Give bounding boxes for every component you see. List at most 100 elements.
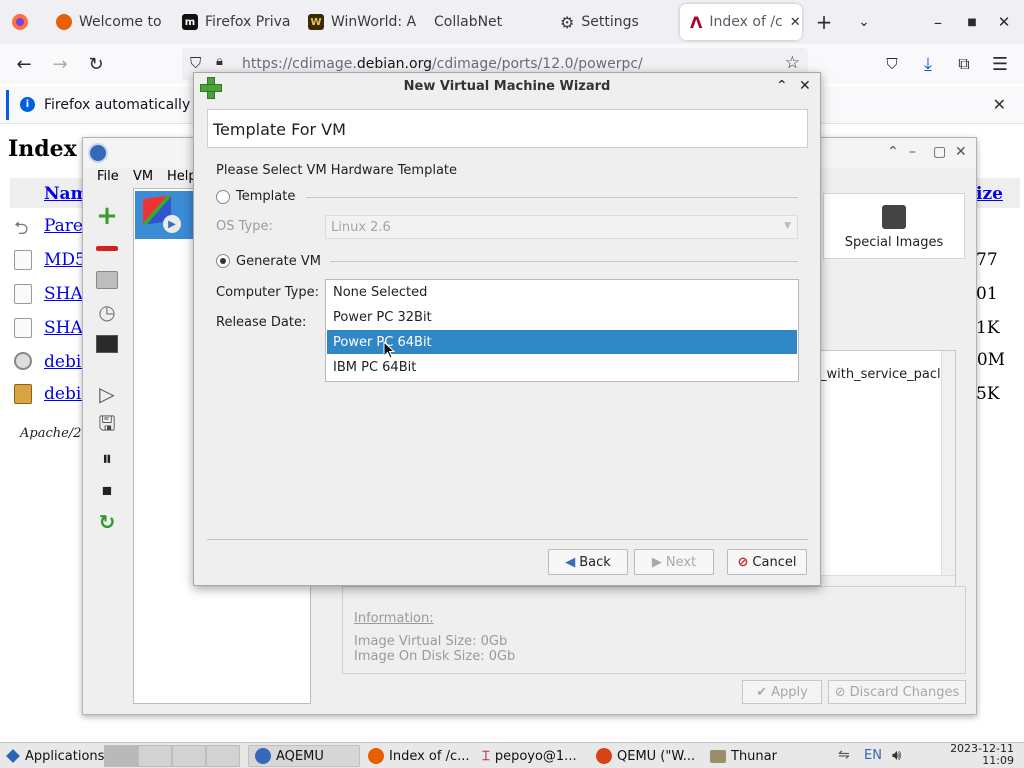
add-vm-icon[interactable]: + (91, 201, 123, 231)
generate-vm-radio[interactable] (216, 254, 230, 268)
reload-icon[interactable]: ↻ (84, 52, 108, 76)
clock[interactable]: 2023-12-11 11:09 (950, 743, 1014, 767)
discard-changes-button[interactable]: ⊘ Discard Changes (828, 680, 966, 704)
file-link[interactable]: Pare (44, 216, 83, 236)
list-all-tabs-icon[interactable]: ⌄ (852, 10, 876, 34)
keyboard-layout[interactable]: EN (864, 748, 882, 763)
new-vm-wizard-dialog: New Virtual Machine Wizard ⌃ ✕ Template … (193, 72, 821, 586)
apply-label: Apply (771, 684, 808, 700)
taskbar-item-terminal[interactable]: ⌶ pepoyo@1... (476, 745, 588, 767)
image-virtual-size: Image Virtual Size: 0Gb (354, 634, 508, 649)
tab-index-of[interactable]: Λ Index of /c ✕ (680, 4, 802, 40)
terminal-icon: ⌶ (482, 748, 490, 764)
taskbar-item-firefox[interactable]: Index of /c... (362, 745, 474, 767)
play-icon[interactable]: ▷ (91, 380, 123, 408)
clock-icon[interactable]: ◷ (91, 298, 123, 326)
workspace-1[interactable] (104, 745, 138, 767)
vertical-scrollbar[interactable] (941, 351, 955, 589)
cancel-button[interactable]: ⊘ Cancel (727, 549, 807, 575)
close-notification-icon[interactable]: ✕ (993, 95, 1006, 114)
back-arrow-icon[interactable]: ← (12, 52, 36, 76)
network-icon[interactable]: ⇋ (838, 747, 850, 763)
save-state-icon[interactable]: 🖫 (91, 411, 123, 440)
maximize-icon[interactable]: ■ (960, 10, 984, 34)
computer-type-option-selected[interactable]: Power PC 64Bit (327, 330, 797, 354)
tab-winworld[interactable]: W WinWorld: A (298, 4, 422, 40)
computer-type-option[interactable]: IBM PC 64Bit (327, 355, 797, 379)
template-radio-label[interactable]: Template (236, 189, 295, 204)
tab-firefox-privacy[interactable]: m Firefox Priva (172, 4, 296, 40)
taskbar-item-aqemu[interactable]: AQEMU (248, 745, 360, 767)
computer-type-dropdown-list[interactable]: None Selected Power PC 32Bit Power PC 64… (325, 279, 799, 382)
pause-icon[interactable]: ⏸ (91, 444, 123, 472)
tab-settings[interactable]: ⚙ Settings (550, 4, 674, 40)
parent-dir-icon: ⮌ (14, 218, 29, 239)
workspace-3[interactable] (172, 745, 206, 767)
applications-icon (6, 749, 20, 763)
close-window-icon[interactable]: ✕ (992, 10, 1016, 34)
downloads-icon[interactable]: ⤓ (916, 52, 940, 76)
delete-vm-icon[interactable] (91, 234, 123, 262)
column-size-link[interactable]: ize (976, 184, 1003, 204)
next-button[interactable]: ▶ Next (634, 549, 714, 575)
back-arrow-icon: ◀ (565, 554, 576, 570)
next-arrow-icon: ▶ (651, 554, 662, 570)
new-tab-button[interactable]: + (812, 10, 836, 34)
tab-label: Firefox Priva (205, 14, 291, 30)
menu-file[interactable]: File (97, 169, 119, 184)
cancel-circle-icon: ⊘ (737, 554, 749, 570)
special-images-tile[interactable]: Special Images (823, 193, 965, 259)
vm-list-item[interactable]: ▶ (135, 191, 195, 239)
volume-icon[interactable]: 🔊︎ (892, 746, 901, 764)
stop-icon[interactable]: ⏹ (91, 476, 123, 504)
close-icon[interactable]: ✕ (799, 78, 811, 94)
lock-icon[interactable]: 🔒︎ (216, 54, 223, 69)
generate-vm-radio-label[interactable]: Generate VM (236, 254, 321, 269)
computer-type-option[interactable]: None Selected (327, 280, 797, 304)
menu-vm[interactable]: VM (133, 169, 153, 184)
taskbar-item-qemu[interactable]: QEMU ("W... (590, 745, 702, 767)
check-icon: ✔ (756, 684, 768, 700)
terminal-icon[interactable] (91, 330, 123, 358)
computer-type-option[interactable]: Power PC 32Bit (327, 305, 797, 329)
maximize-icon[interactable]: ▢ (933, 144, 946, 160)
extensions-icon[interactable]: ⧉ (952, 52, 976, 76)
minimize-icon[interactable]: – (926, 10, 950, 34)
taskbar-item-thunar[interactable]: Thunar (704, 745, 816, 767)
url-prefix: https://cdimage. (242, 56, 357, 72)
shade-icon[interactable]: ⌃ (887, 144, 899, 160)
folder-icon (710, 749, 726, 763)
file-link[interactable]: MD5 (44, 250, 86, 270)
hdd-icon[interactable] (91, 266, 123, 294)
close-icon[interactable]: ✕ (955, 144, 967, 160)
reset-icon[interactable]: ↻ (91, 508, 123, 536)
tracking-shield-icon[interactable]: ⛉ (190, 54, 201, 72)
image-on-disk-size: Image On Disk Size: 0Gb (354, 649, 516, 664)
file-link[interactable]: SHA (44, 284, 83, 304)
tab-welcome[interactable]: Welcome to (46, 4, 164, 40)
applications-menu[interactable]: Applications (0, 745, 110, 767)
aqemu-icon (255, 748, 271, 764)
file-link[interactable]: SHA (44, 318, 83, 338)
apply-button[interactable]: ✔ Apply (742, 680, 822, 704)
forward-arrow-icon[interactable]: → (48, 52, 72, 76)
information-panel: Information: Image Virtual Size: 0Gb Ima… (342, 586, 966, 674)
back-button[interactable]: ◀ Back (548, 549, 628, 575)
gear-icon: ⚙ (560, 12, 575, 32)
browser-tab-bar: Welcome to m Firefox Priva W WinWorld: A… (0, 0, 1024, 44)
bookmark-star-icon[interactable]: ☆ (785, 53, 800, 73)
wizard-titlebar: New Virtual Machine Wizard ⌃ ✕ (194, 73, 820, 101)
firefox-menu-icon[interactable] (8, 10, 32, 34)
workspace-4[interactable] (206, 745, 240, 767)
template-separator (306, 197, 798, 198)
close-tab-icon[interactable]: ✕ (790, 15, 801, 30)
os-type-select[interactable]: Linux 2.6 ▼ (325, 215, 798, 239)
hamburger-menu-icon[interactable]: ☰ (988, 52, 1012, 76)
file-size: 01 (976, 284, 998, 304)
minimize-icon[interactable]: – (909, 144, 916, 160)
save-to-pocket-icon[interactable]: ⛉ (880, 52, 904, 76)
shade-icon[interactable]: ⌃ (776, 78, 788, 94)
tab-collabnet[interactable]: CollabNet (424, 4, 544, 40)
template-radio[interactable] (216, 190, 230, 204)
workspace-2[interactable] (138, 745, 172, 767)
